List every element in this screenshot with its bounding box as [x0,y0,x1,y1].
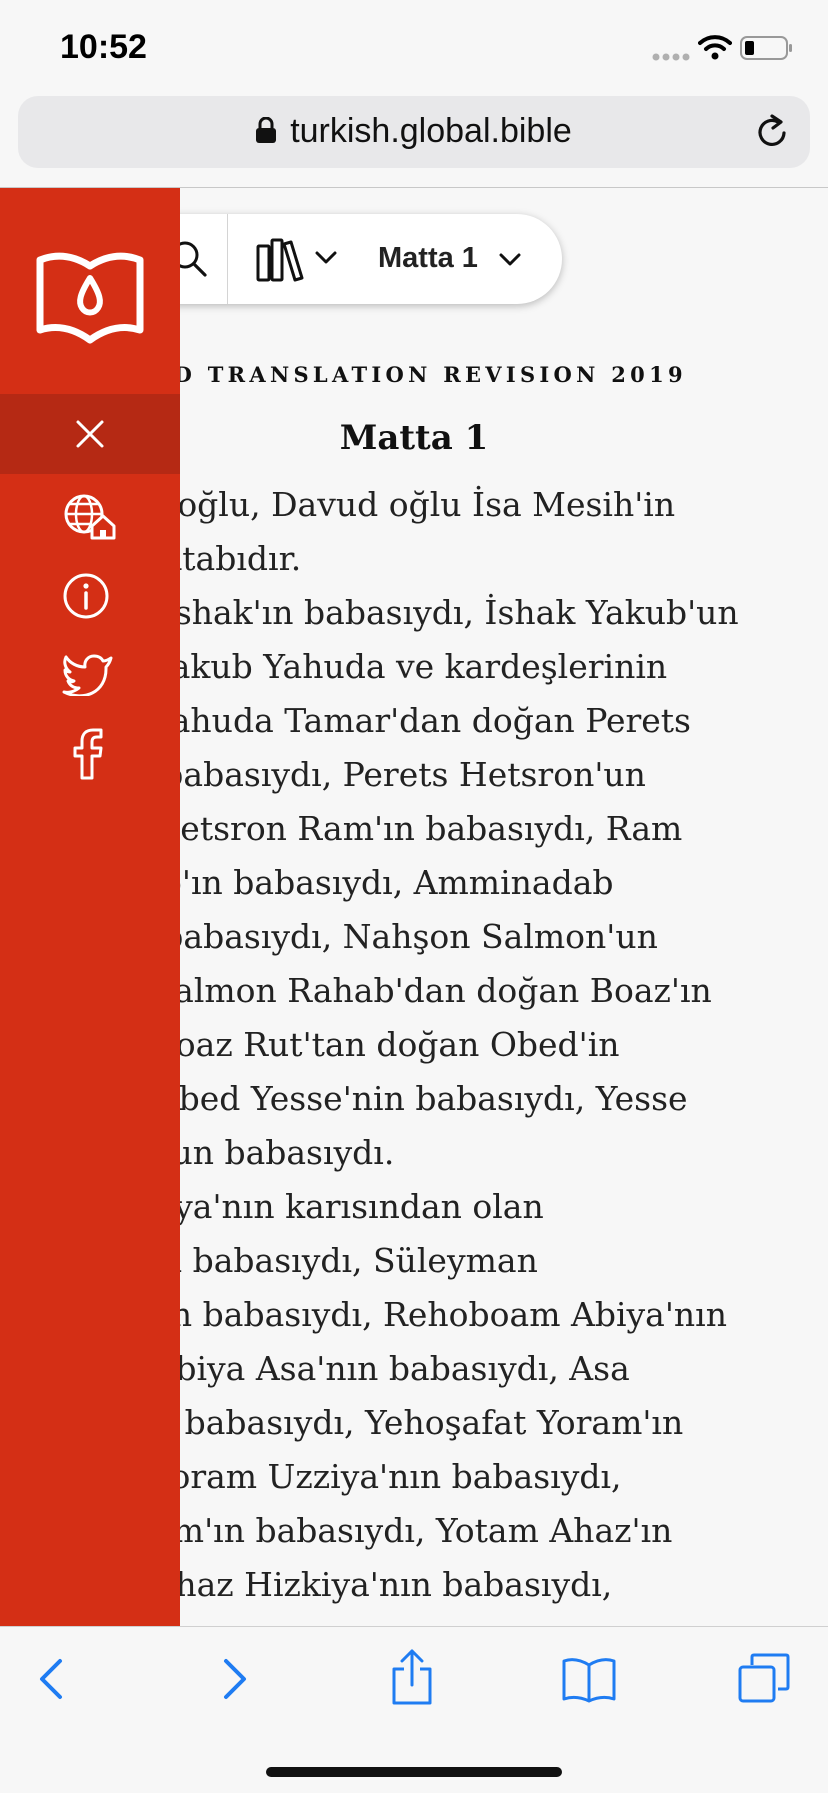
verse-line: Uriya'nın karısından olan [120,1187,544,1226]
back-icon[interactable] [36,1657,66,1701]
reader-toolbar: Matta 1 [130,214,562,304]
bookmarks-icon[interactable] [562,1657,616,1703]
address-bar[interactable]: turkish.global.bible [18,96,810,168]
status-time: 10:52 [60,28,147,66]
toolbar-divider [227,214,228,304]
verse-line: ı, Hetsron Ram'ın babasıydı, Ram [120,809,683,848]
verse-line: ı, Obed Yesse'nin babasıydı, Yesse [120,1079,688,1118]
tabs-icon[interactable] [738,1653,790,1703]
verse-line: ı, Yahuda Tamar'dan doğan Perets [120,701,691,740]
verse-line: ı, Abiya Asa'nın babasıydı, Asa [120,1349,630,1388]
battery-icon [740,36,792,60]
close-icon[interactable] [74,418,106,450]
home-indicator[interactable] [266,1767,562,1777]
verse-line: n kitabıdır. [120,539,302,578]
verse-line: ı, Yoram Uzziya'nın babasıydı, [120,1457,622,1496]
share-icon[interactable] [390,1649,434,1705]
verse-line: ı, Boaz Rut'tan doğan Obed'in [120,1025,620,1064]
url-text[interactable]: turkish.global.bible [290,112,572,150]
sidebar-menu [0,188,180,1626]
verse-line: otam'ın babasıydı, Yotam Ahaz'ın [120,1511,673,1550]
wifi-icon [698,35,732,60]
verse-line: dab'ın babasıydı, Amminadab [120,863,614,902]
status-bar: 10:52 [0,0,828,90]
chapter-selector[interactable]: Matta 1 [378,242,478,275]
verse-line: t'ın babasıydı, Yehoşafat Yoram'ın [120,1403,684,1442]
verse-line: ud'un babasıydı. [120,1133,395,1172]
library-icon[interactable] [256,238,306,282]
verse-line: ı, Salmon Rahab'dan doğan Boaz'ın [120,971,712,1010]
reload-icon[interactable] [754,112,790,150]
chevron-down-icon[interactable] [314,250,338,266]
close-menu-button[interactable] [0,394,180,474]
verse-line: İM oğlu, Davud oğlu İsa Mesih'in [120,485,676,524]
browser-toolbar [0,1626,828,1793]
version-title: E OLD TRANSLATION REVISION 2019 [100,362,687,387]
verse-line: n'ın babasıydı, Süleyman [120,1241,538,1280]
cellular-signal-icon [652,53,690,61]
twitter-icon[interactable] [62,652,114,696]
globe-home-icon[interactable] [62,492,116,540]
verse-line: ın babasıydı, Perets Hetsron'un [120,755,646,794]
forward-icon[interactable] [220,1657,250,1701]
verse-text: İM oğlu, Davud oğlu İsa Mesih'in n kitab… [120,478,828,1612]
chevron-down-icon[interactable] [498,252,522,268]
verse-line: ı, Yakub Yahuda ve kardeşlerinin [120,647,668,686]
verse-line: ı, Ahaz Hizkiya'nın babasıydı, [120,1565,613,1604]
verse-line: m İshak'ın babasıydı, İshak Yakub'un [120,593,739,632]
bible-logo-icon[interactable] [34,250,146,350]
facebook-icon[interactable] [70,728,106,780]
info-icon[interactable] [62,572,110,620]
verse-line: m'ın babasıydı, Rehoboam Abiya'nın [120,1295,727,1334]
verse-line: ın babasıydı, Nahşon Salmon'un [120,917,658,956]
lock-icon [256,117,277,144]
